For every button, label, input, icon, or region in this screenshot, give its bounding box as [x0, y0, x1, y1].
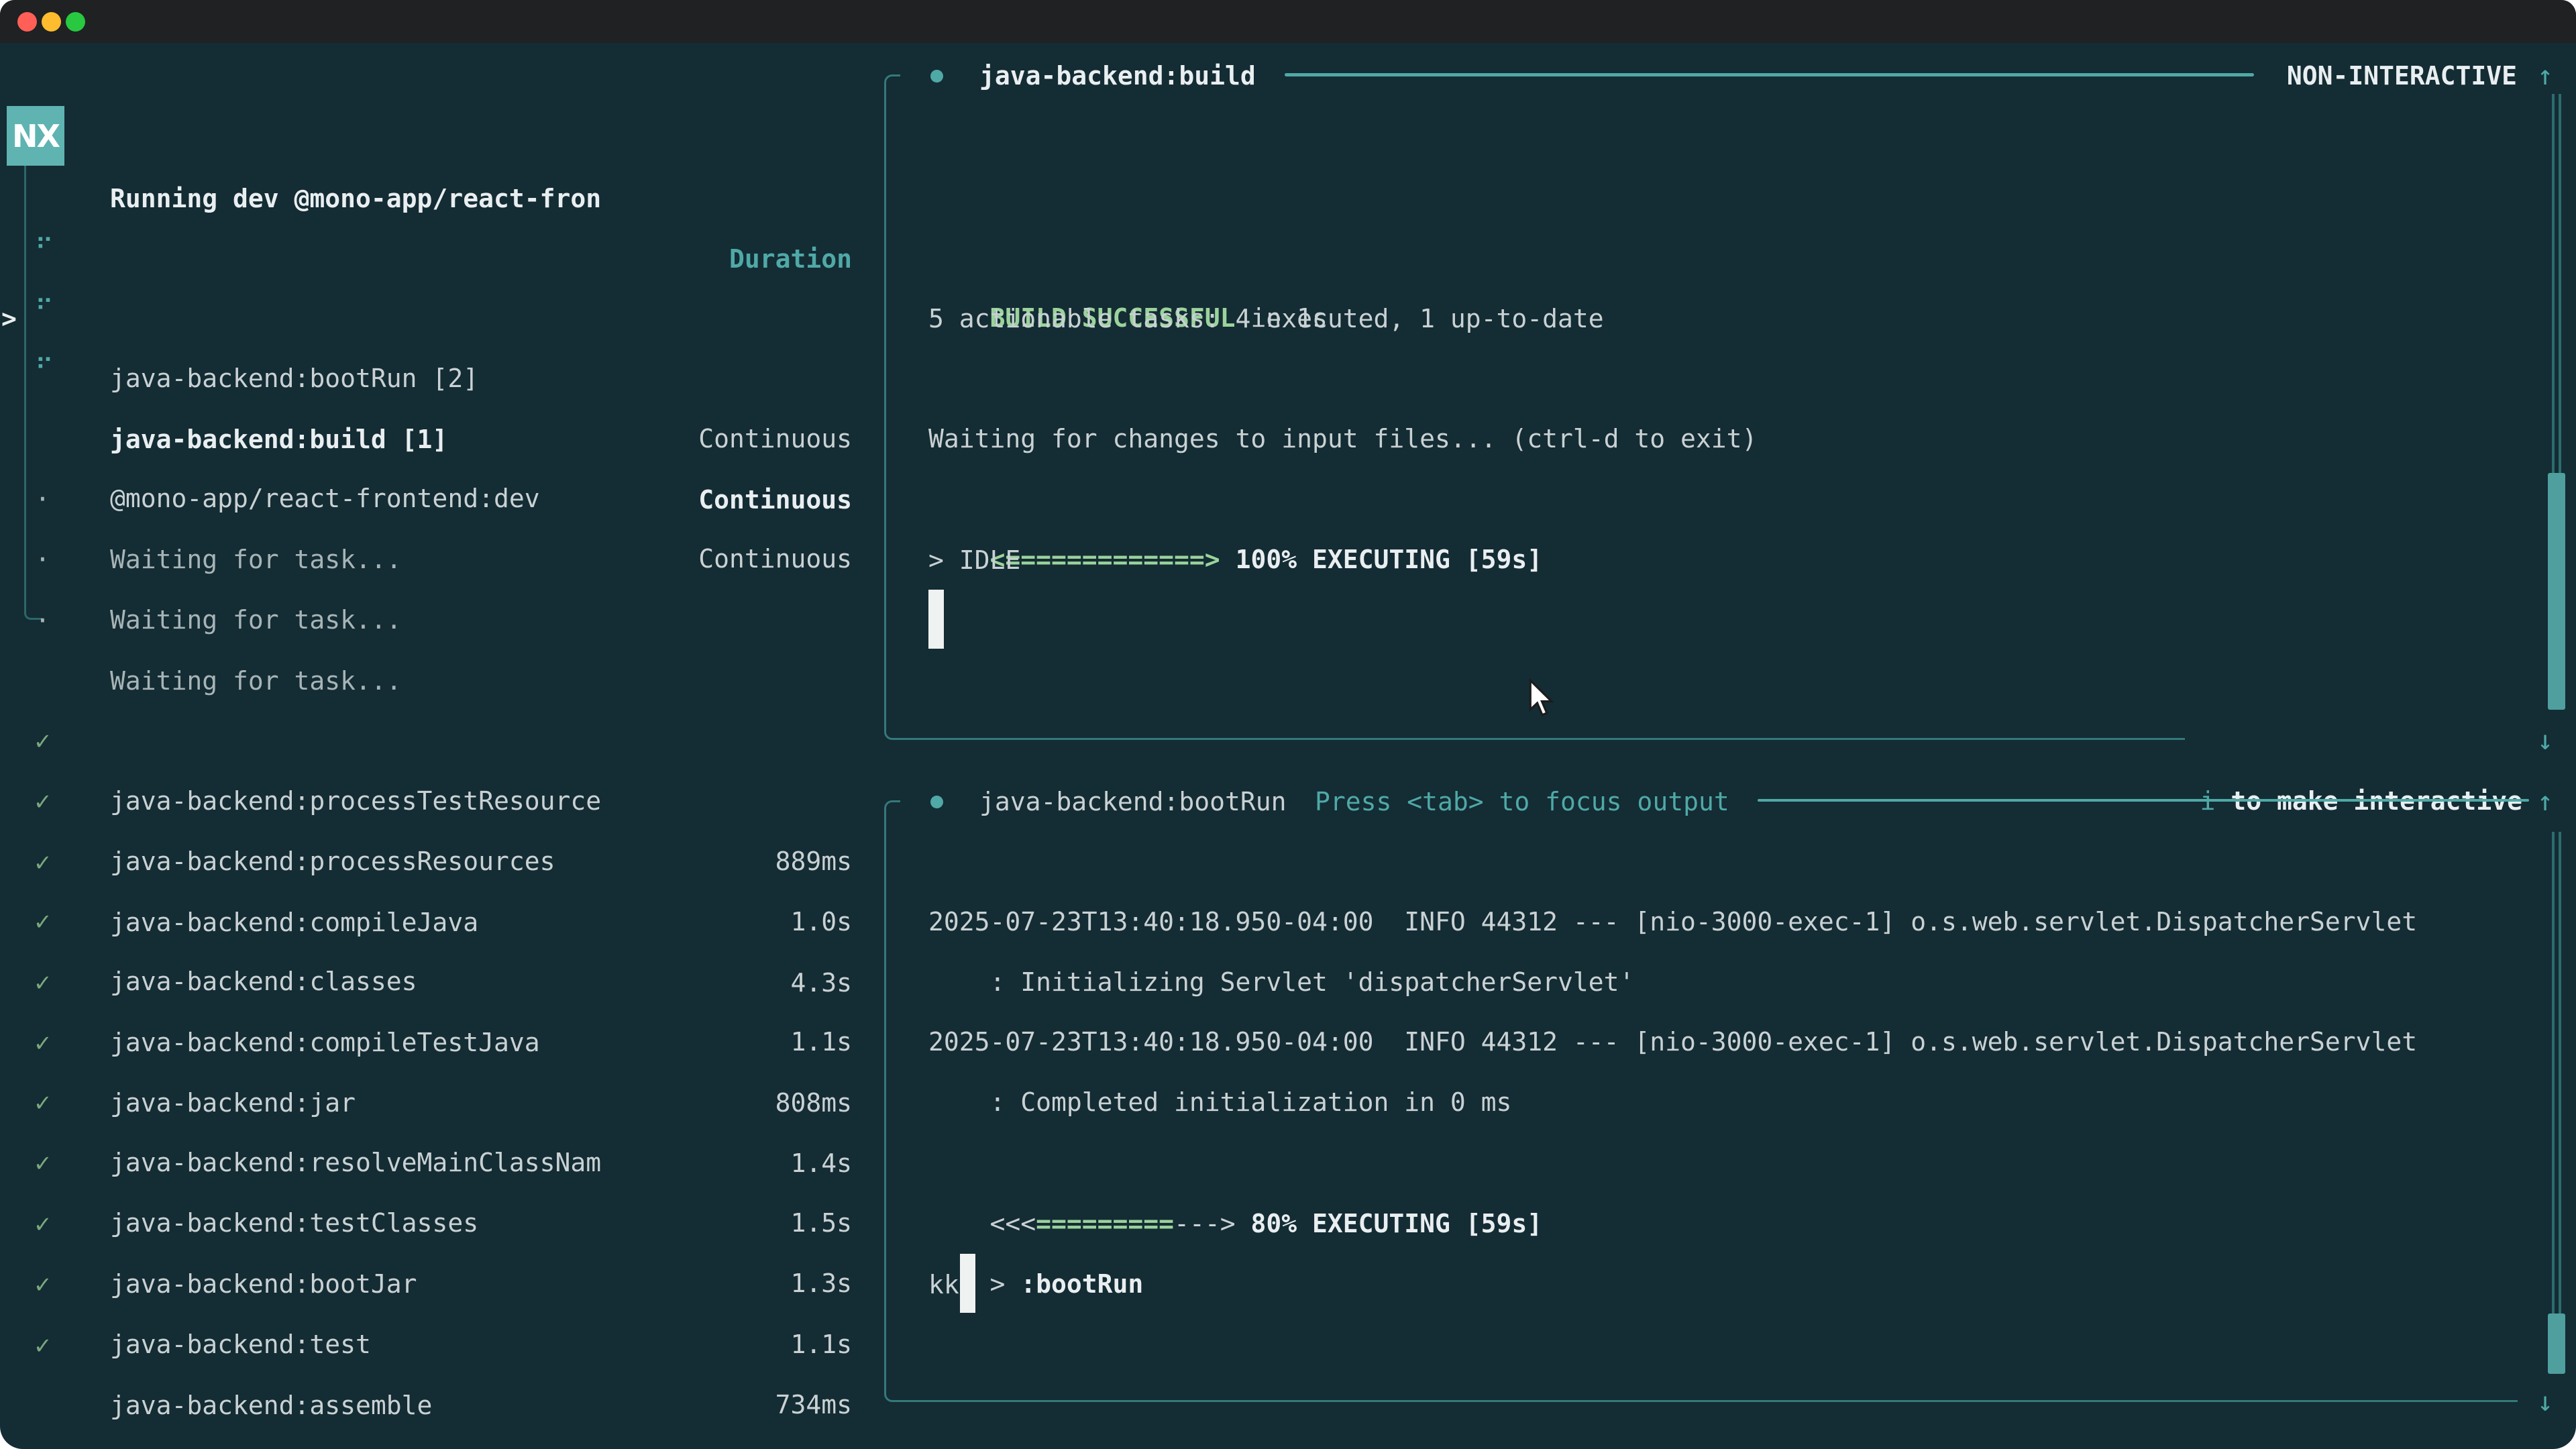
progress-status: 100% EXECUTING [59s]	[1220, 545, 1542, 574]
scroll-up-icon[interactable]: ↑	[2537, 46, 2553, 106]
task-status-dot	[930, 70, 943, 83]
zoom-window-button[interactable]	[66, 12, 85, 32]
bootrun-scrollbar-track[interactable]	[2552, 832, 2561, 1313]
log-line: : Completed initialization in 0 ms	[928, 1072, 1511, 1132]
build-success-line: BUILD SUCCESSFUL in 1s	[928, 227, 1328, 288]
build-idle-line: > IDLE	[928, 530, 1020, 590]
build-panel-border	[884, 74, 900, 740]
task-row-done[interactable]: ✓ java-backend:assemble 774ms	[0, 1254, 872, 1315]
log-line: : Initializing Servlet 'dispatcherServle…	[928, 952, 1634, 1012]
bootrun-progress-line: <<<=========---> 80% EXECUTING [59s]	[928, 1133, 1542, 1193]
bootrun-panel-header-rule	[1758, 799, 2529, 802]
scroll-down-icon[interactable]: ↓	[2537, 1372, 2553, 1432]
focus-output-hint: Press <tab> to focus output	[1315, 771, 1729, 832]
spinner-icon: ⠋	[35, 279, 54, 339]
task-row-done[interactable]: ✓ java-backend:processTestResource 889ms	[0, 650, 872, 710]
log-line: 2025-07-23T13:40:18.950-04:00 INFO 44312…	[928, 1012, 2417, 1072]
task-row-done[interactable]: ✓ java-backend:test 734ms	[0, 1193, 872, 1254]
task-row-done[interactable]: ✓ java-backend:classes 1.1s	[0, 830, 872, 891]
bootrun-panel-bottom-border	[892, 1400, 2518, 1402]
build-scrollbar-track[interactable]	[2552, 94, 2561, 473]
minimize-window-button[interactable]	[42, 12, 61, 32]
task-row-waiting: · Waiting for task...	[0, 409, 872, 469]
bullet-icon: ·	[35, 590, 50, 651]
terminal-cursor	[960, 1254, 975, 1313]
scroll-down-icon[interactable]: ↓	[2537, 710, 2553, 771]
noninteractive-badge: NON-INTERACTIVE	[2287, 46, 2517, 106]
task-label: java-backend:test	[110, 1314, 371, 1375]
task-row-waiting: · Waiting for task...	[0, 469, 872, 529]
task-row-bootrun[interactable]: ⠋ java-backend:bootRun [2] Continuous	[0, 227, 872, 288]
build-panel-bottom-border	[892, 738, 2185, 740]
waiting-label: Waiting for task...	[110, 590, 402, 650]
task-status-dot	[930, 796, 943, 808]
sidebar-title: Running dev @mono-app/react-fron	[110, 168, 601, 229]
prompt-task: :bootRun	[1020, 1269, 1143, 1299]
terminal-cursor	[928, 590, 944, 649]
spinner-icon: ⠋	[35, 338, 54, 398]
bootrun-scrollbar-thumb[interactable]	[2548, 1313, 2565, 1374]
build-summary-line: 5 actionable tasks: 4 executed, 1 up-to-…	[928, 288, 1604, 349]
task-row-done[interactable]: ✓ java-backend:processResources 1.0s	[0, 710, 872, 771]
progress-status: 80% EXECUTING [59s]	[1236, 1209, 1543, 1238]
task-row-done[interactable]: ✓ java-backend:compileJava 4.3s	[0, 771, 872, 832]
task-row-done[interactable]: ✓ java-backend:testClasses 1.3s	[0, 1072, 872, 1132]
bootrun-panel-border	[884, 800, 900, 1402]
task-row-build-selected[interactable]: ⠋ java-backend:build [1] Continuous	[0, 288, 872, 349]
prompt-chevron: >	[990, 1269, 1021, 1299]
scroll-up-icon[interactable]: ↑	[2537, 771, 2553, 832]
help-bar: quit:qhelp:?	[0, 1375, 872, 1435]
check-icon: ✓	[35, 1315, 50, 1375]
spinner-icon: ⠋	[35, 218, 54, 278]
build-waiting-line: Waiting for changes to input files... (c…	[928, 409, 1757, 469]
sidebar-header: Running dev @mono-app/react-fron Duratio…	[0, 108, 872, 168]
build-panel-header-rule	[1285, 73, 2254, 76]
build-panel-title: java-backend:build	[979, 46, 1256, 106]
bootrun-prompt-line: > :bootRun	[928, 1193, 1143, 1254]
progress-bar: <=============>	[990, 545, 1220, 574]
task-row-done[interactable]: ✓ java-backend:bootJar 1.1s	[0, 1133, 872, 1193]
interactive-hint: i to make interactive	[2139, 710, 2522, 771]
task-row-done[interactable]: ✓ java-backend:jar 1.4s	[0, 952, 872, 1012]
build-progress-line: <=============> 100% EXECUTING [59s]	[928, 469, 1542, 529]
task-row-done[interactable]: ✓ java-backend:compileTestJava 808ms	[0, 892, 872, 952]
progress-remainder: --->	[1174, 1209, 1236, 1238]
task-duration: 1.1s	[790, 1314, 852, 1375]
typed-input-line[interactable]: kk	[928, 1254, 959, 1315]
task-row-frontend-dev[interactable]: ⠋ @mono-app/react-frontend:dev Continuou…	[0, 347, 872, 408]
bootrun-panel-title: java-backend:bootRun	[979, 771, 1287, 832]
build-scrollbar-thumb[interactable]	[2548, 473, 2565, 710]
terminal-window: NX Running dev @mono-app/react-fron Dura…	[0, 0, 2576, 1449]
log-line: 2025-07-23T13:40:18.950-04:00 INFO 44312…	[928, 892, 2417, 952]
task-row-waiting: · Waiting for task...	[0, 530, 872, 590]
window-titlebar	[0, 0, 2576, 43]
task-row-done[interactable]: ✓ java-backend:resolveMainClassNam 1.5s	[0, 1012, 872, 1072]
mouse-pointer-icon	[1528, 679, 1554, 722]
close-window-button[interactable]	[17, 12, 37, 32]
